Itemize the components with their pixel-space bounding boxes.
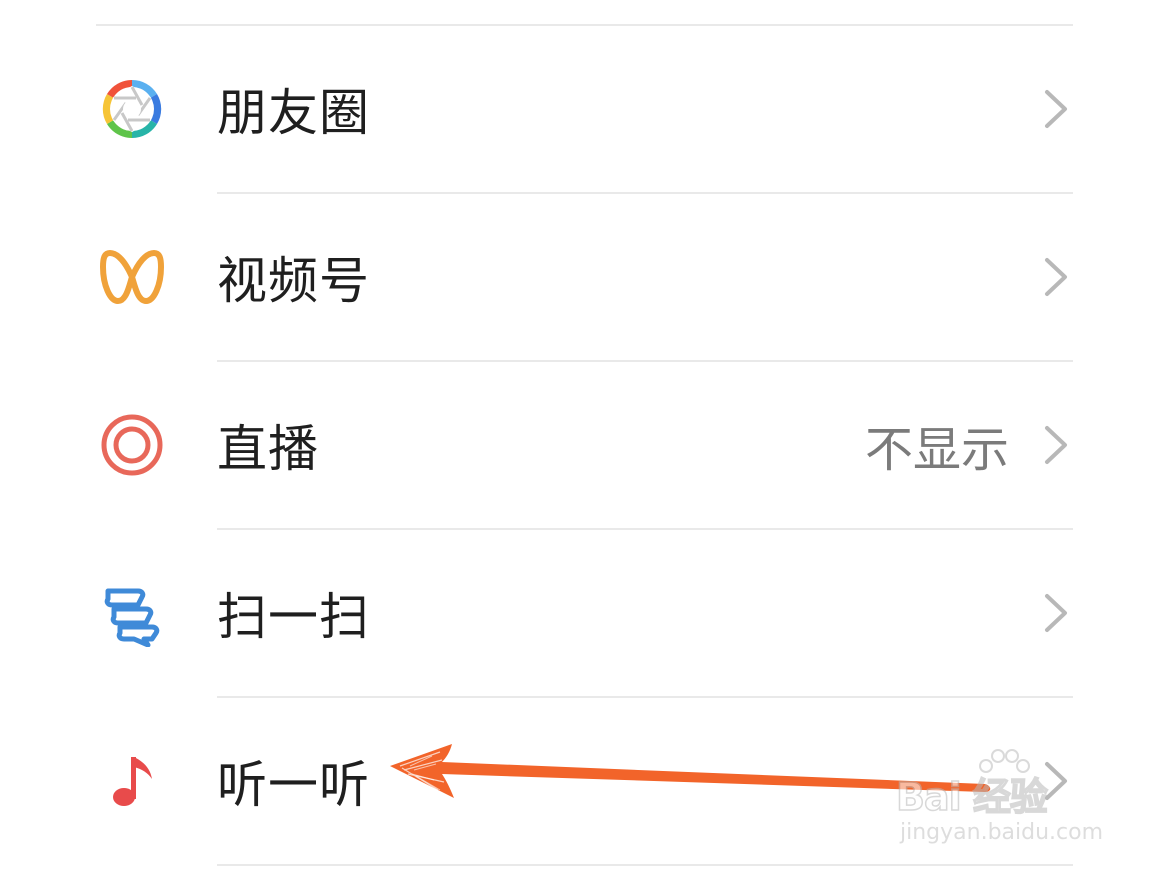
chevron-right-icon (1042, 424, 1070, 466)
divider (217, 864, 1073, 866)
menu-item-moments[interactable]: 朋友圈 (0, 26, 1169, 192)
watermark-url: jingyan.baidu.com (900, 820, 1104, 845)
menu-item-label: 直播 (217, 420, 319, 478)
watermark-logo-text: Bai 经验 (895, 774, 1048, 820)
baidu-jingyan-watermark: Bai 经验 jingyan.baidu.com (895, 748, 1116, 858)
live-visibility-value: 不显示 (864, 422, 1009, 478)
menu-item-label: 视频号 (217, 252, 370, 310)
scan-chat-icon (98, 579, 166, 647)
discover-page: 朋友圈 视频号 直播 不显示 扫一扫 听一听 Bai 经验 jingyan.ba… (0, 0, 1169, 877)
music-note-icon (98, 747, 166, 815)
menu-item-label: 扫一扫 (217, 588, 370, 646)
chevron-right-icon (1042, 592, 1070, 634)
menu-item-label: 朋友圈 (217, 84, 370, 142)
menu-item-live[interactable]: 直播 不显示 (0, 362, 1169, 528)
chevron-right-icon (1042, 256, 1070, 298)
menu-item-scan[interactable]: 扫一扫 (0, 530, 1169, 696)
menu-item-channels[interactable]: 视频号 (0, 194, 1169, 360)
moments-aperture-icon (98, 75, 166, 143)
chevron-right-icon (1042, 88, 1070, 130)
channels-butterfly-icon (98, 243, 166, 311)
menu-item-label: 听一听 (217, 756, 370, 814)
live-circle-icon (98, 411, 166, 479)
